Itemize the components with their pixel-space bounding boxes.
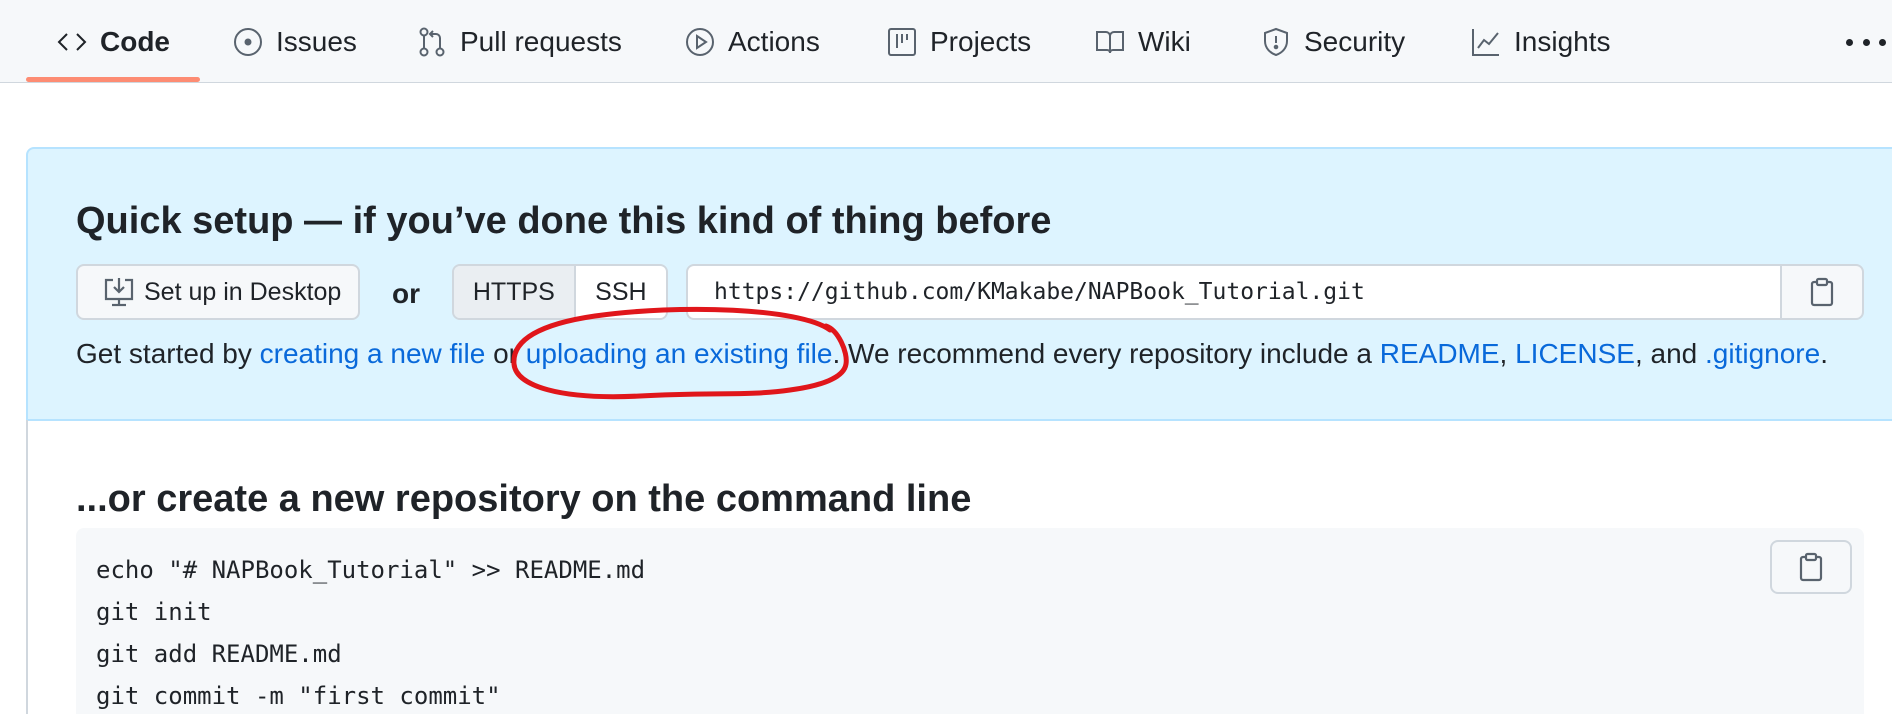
creating-new-file-link[interactable]: creating a new file [260,338,486,369]
kebab-horizontal-icon[interactable] [1846,28,1886,56]
clipboard-icon [1810,277,1834,307]
get-started-prefix: Get started by [76,338,260,369]
tab-code[interactable]: Code [56,0,170,83]
ssh-button[interactable]: SSH [575,266,666,318]
quick-setup-title: Quick setup — if you’ve done this kind o… [76,200,1052,242]
table-icon [888,27,916,56]
selected-tab-underline [26,77,200,82]
code-line: echo "# NAPBook_Tutorial" >> README.md [96,556,646,584]
gitignore-link[interactable]: .gitignore [1705,338,1820,369]
command-line-title: ...or create a new repository on the com… [76,478,972,520]
book-icon [1096,30,1124,53]
tab-label: Projects [930,25,1032,57]
play-icon [686,27,714,56]
or-label: or [392,278,420,309]
tab-pull-requests[interactable]: Pull requests [416,0,622,83]
desktop-download-icon [104,278,134,307]
repo-nav: Code Issues Pull requests Actions Projec… [0,0,1892,83]
git-pull-request-icon [419,27,445,56]
tab-insights[interactable]: Insights [1470,0,1611,83]
tab-label: Pull requests [460,25,622,57]
separator-1: , [1499,338,1516,369]
issue-opened-icon [234,27,262,56]
tab-label: Wiki [1138,25,1191,57]
tab-actions[interactable]: Actions [684,0,820,83]
code-line: git add README.md [96,640,342,668]
https-button[interactable]: HTTPS [454,266,576,318]
tab-issues[interactable]: Issues [232,0,357,83]
tab-wiki[interactable]: Wiki [1094,0,1191,83]
get-started-recommend: . We recommend every repository include … [832,338,1380,369]
license-link[interactable]: LICENSE [1515,338,1635,369]
get-started-text: Get started by creating a new file or up… [76,338,1828,370]
copy-commands-button[interactable] [1770,540,1852,594]
setup-in-desktop-label: Set up in Desktop [144,277,342,306]
tab-label: Code [100,25,170,57]
get-started-suffix: . [1820,338,1828,369]
clone-url-input[interactable]: https://github.com/KMakabe/NAPBook_Tutor… [686,264,1782,320]
tab-label: Actions [728,25,820,57]
code-line: git init [96,598,212,626]
readme-link[interactable]: README [1380,338,1500,369]
tab-label: Issues [276,25,357,57]
uploading-existing-file-link[interactable]: uploading an existing file [526,338,833,369]
tab-security[interactable]: Security [1260,0,1405,83]
graph-icon [1472,28,1499,56]
code-icon [57,32,87,51]
get-started-or: or [485,338,526,369]
clipboard-icon [1799,552,1823,582]
tab-label: Insights [1514,25,1611,57]
tab-label: Security [1304,25,1406,57]
tab-projects[interactable]: Projects [886,0,1031,83]
code-line: git commit -m "first commit" [96,682,501,710]
copy-url-button[interactable] [1780,264,1864,320]
shield-icon [1264,27,1288,56]
protocol-toggle: HTTPS SSH [452,264,668,320]
separator-2: , and [1634,338,1705,369]
setup-in-desktop-button[interactable]: Set up in Desktop [76,264,360,320]
